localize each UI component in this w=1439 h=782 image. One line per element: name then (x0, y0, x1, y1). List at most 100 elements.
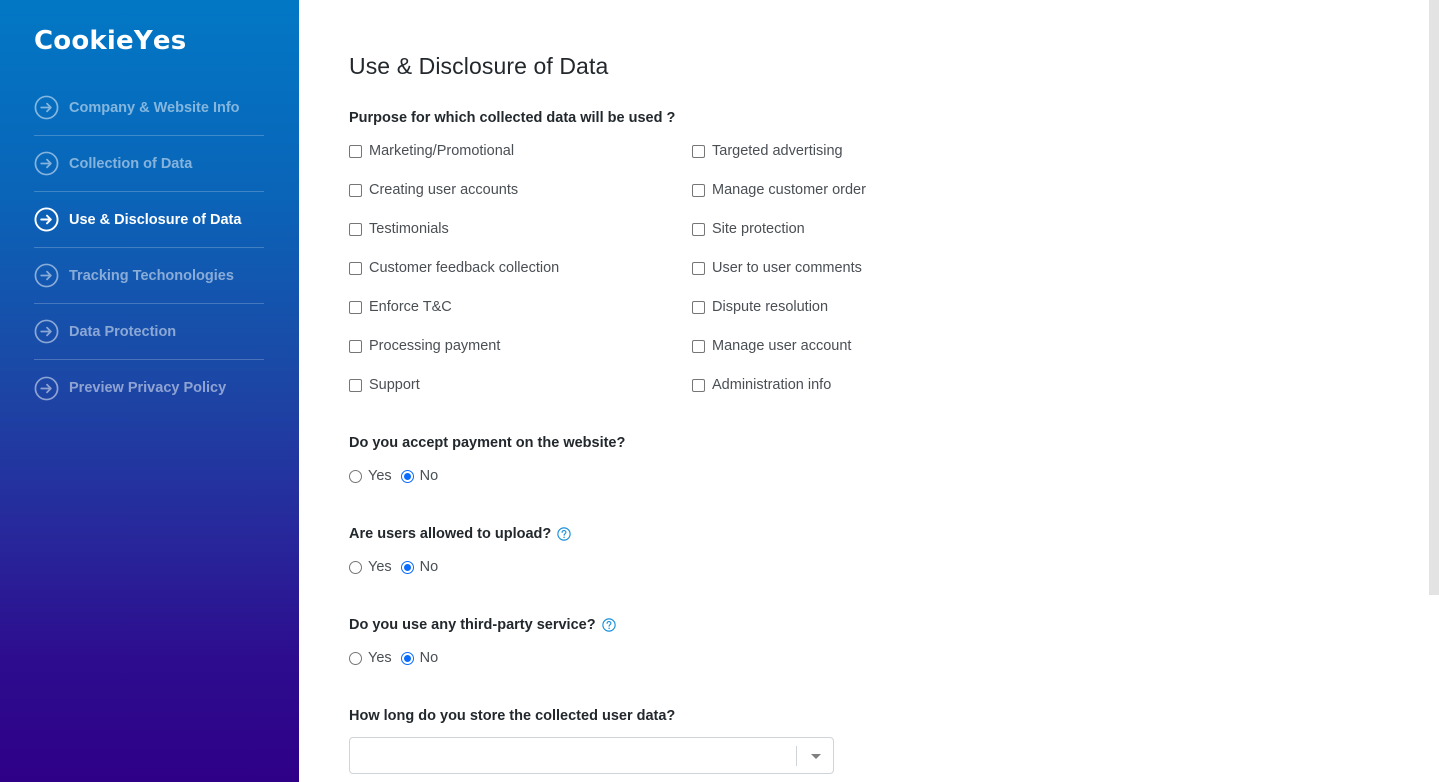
checkbox[interactable] (692, 222, 705, 236)
radio-label: No (419, 468, 439, 484)
checkbox[interactable] (349, 300, 362, 314)
checkbox-support[interactable]: Support (349, 375, 420, 395)
arrow-circle-right-icon (34, 151, 59, 176)
page-title: Use & Disclosure of Data (349, 53, 609, 79)
sidebar-item-label: Company & Website Info (69, 99, 240, 116)
checkbox-label: Dispute resolution (712, 299, 829, 315)
radio-button[interactable] (349, 469, 362, 483)
sidebar-item-use-disclosure-of-data[interactable]: Use & Disclosure of Data (34, 192, 264, 248)
checkbox-label: Support (369, 377, 420, 393)
checkbox-dispute-resolution[interactable]: Dispute resolution (692, 297, 828, 317)
checkbox[interactable] (349, 183, 362, 197)
checkbox-user-to-user-comments[interactable]: User to user comments (692, 258, 862, 278)
purpose-question-label: Purpose for which collected data will be… (349, 110, 676, 126)
radio-button[interactable] (400, 469, 414, 483)
checkbox-label: Marketing/Promotional (369, 143, 515, 159)
checkbox-creating-user-accounts[interactable]: Creating user accounts (349, 180, 518, 200)
third-party-radio-yes[interactable]: Yes (349, 650, 392, 666)
upload-radio-no[interactable]: No (400, 559, 439, 575)
upload-radio-yes[interactable]: Yes (349, 559, 392, 575)
checkbox-processing-payment[interactable]: Processing payment (349, 336, 500, 356)
radio-label: Yes (368, 559, 392, 575)
upload-question: Are users allowed to upload? (349, 526, 571, 542)
scrollbar-thumb[interactable] (1429, 0, 1439, 595)
checkbox[interactable] (349, 222, 362, 236)
checkbox[interactable] (692, 144, 705, 158)
checkbox-manage-customer-order[interactable]: Manage customer order (692, 180, 866, 200)
checkbox-marketing-promotional[interactable]: Marketing/Promotional (349, 141, 514, 161)
checkbox-targeted-advertising[interactable]: Targeted advertising (692, 141, 843, 161)
select-separator (796, 746, 797, 766)
checkbox-label: Customer feedback collection (369, 260, 560, 276)
checkbox-label: Administration info (712, 377, 832, 393)
checkbox[interactable] (692, 339, 705, 353)
sidebar-item-company-website-info[interactable]: Company & Website Info (34, 80, 264, 136)
payment-radio-group: Yes No (349, 466, 447, 486)
arrow-circle-right-icon (34, 319, 59, 344)
sidebar-item-label: Tracking Techonologies (69, 267, 234, 284)
radio-label: No (419, 559, 439, 575)
checkbox[interactable] (349, 144, 362, 158)
checkbox-label: Manage customer order (712, 182, 866, 198)
retention-question: How long do you store the collected user… (349, 708, 675, 724)
arrow-circle-right-icon (34, 376, 59, 401)
checkbox-label: Processing payment (369, 338, 501, 354)
sidebar-item-label: Collection of Data (69, 155, 193, 172)
sidebar-item-collection-of-data[interactable]: Collection of Data (34, 136, 264, 192)
third-party-question: Do you use any third-party service? (349, 617, 616, 633)
checkbox[interactable] (349, 261, 362, 275)
sidebar-item-preview-privacy-policy[interactable]: Preview Privacy Policy (34, 360, 264, 416)
radio-label: No (419, 650, 439, 666)
radio-button[interactable] (349, 560, 362, 574)
radio-label: Yes (368, 650, 392, 666)
checkbox-testimonials[interactable]: Testimonials (349, 219, 449, 239)
radio-button[interactable] (400, 560, 414, 574)
checkbox-manage-user-account[interactable]: Manage user account (692, 336, 851, 356)
checkbox[interactable] (692, 300, 705, 314)
checkbox[interactable] (692, 261, 705, 275)
payment-question-label: Do you accept payment on the website? (349, 435, 626, 451)
checkbox[interactable] (692, 378, 705, 392)
help-icon[interactable] (601, 618, 616, 632)
payment-radio-yes[interactable]: Yes (349, 468, 392, 484)
checkbox-label: Creating user accounts (369, 182, 519, 198)
scrollbar[interactable] (1429, 0, 1439, 782)
chevron-down-icon[interactable] (811, 754, 821, 759)
checkbox-label: User to user comments (712, 260, 862, 276)
checkbox-administration-info[interactable]: Administration info (692, 375, 831, 395)
checkbox[interactable] (692, 183, 705, 197)
logo-text-es: es (152, 26, 187, 56)
cookieyes-logo[interactable]: Cookie Yes (34, 26, 186, 56)
checkbox[interactable] (349, 378, 362, 392)
upload-radio-group: Yes No (349, 557, 447, 577)
checkbox-customer-feedback-collection[interactable]: Customer feedback collection (349, 258, 559, 278)
radio-button[interactable] (400, 651, 414, 665)
upload-question-label: Are users allowed to upload? (349, 526, 552, 542)
radio-label: Yes (368, 468, 392, 484)
radio-button[interactable] (349, 651, 362, 665)
checkbox-site-protection[interactable]: Site protection (692, 219, 805, 239)
retention-select[interactable] (349, 737, 834, 774)
payment-radio-no[interactable]: No (400, 468, 439, 484)
logo-text-cookie: Cookie (34, 26, 134, 56)
third-party-radio-no[interactable]: No (400, 650, 439, 666)
checkbox-label: Enforce T&C (369, 299, 452, 315)
checkbox-label: Manage user account (712, 338, 852, 354)
sidebar: Cookie Yes Company & Website Info Collect… (0, 0, 299, 782)
help-icon[interactable] (557, 527, 571, 541)
third-party-question-label: Do you use any third-party service? (349, 617, 596, 633)
arrow-circle-right-icon (34, 95, 59, 120)
sidebar-item-data-protection[interactable]: Data Protection (34, 304, 264, 360)
sidebar-nav: Company & Website Info Collection of Dat… (34, 80, 264, 416)
sidebar-item-label: Preview Privacy Policy (69, 380, 227, 396)
checkbox-label: Targeted advertising (712, 143, 843, 159)
checkbox-label: Site protection (712, 221, 805, 237)
sidebar-item-tracking-technologies[interactable]: Tracking Techonologies (34, 248, 264, 304)
purpose-question: Purpose for which collected data will be… (349, 110, 675, 126)
retention-question-label: How long do you store the collected user… (349, 708, 676, 724)
third-party-radio-group: Yes No (349, 648, 447, 668)
checkbox[interactable] (349, 339, 362, 353)
payment-question: Do you accept payment on the website? (349, 435, 625, 451)
arrow-circle-right-icon (34, 263, 59, 288)
checkbox-enforce-tc[interactable]: Enforce T&C (349, 297, 452, 317)
